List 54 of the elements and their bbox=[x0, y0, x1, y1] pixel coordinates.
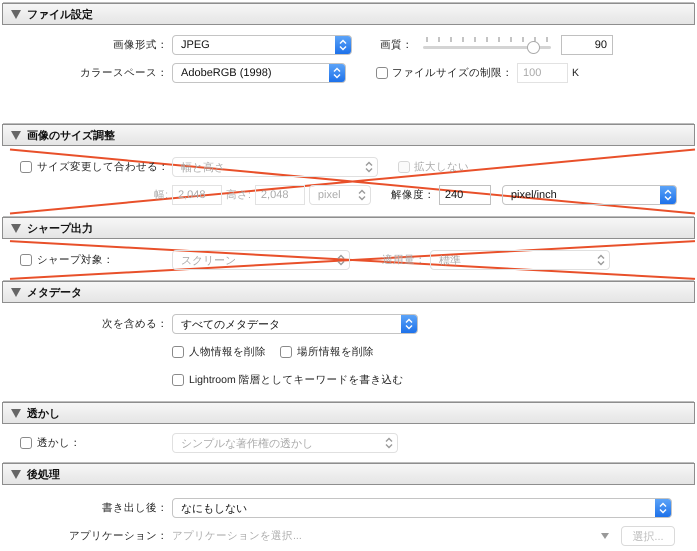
checkbox-label: 透かし： bbox=[37, 436, 81, 450]
resolution-unit-select[interactable]: pixel/inch bbox=[502, 185, 677, 205]
checkbox[interactable] bbox=[376, 67, 388, 79]
disclosure-triangle-icon[interactable] bbox=[11, 10, 21, 18]
slider-thumb[interactable] bbox=[527, 41, 540, 54]
field-label: カラースペース： bbox=[80, 66, 168, 80]
stepper-icon bbox=[329, 64, 345, 82]
section-header[interactable]: ファイル設定 bbox=[2, 3, 695, 25]
resolution-field[interactable]: 240 bbox=[438, 185, 491, 205]
section-header[interactable]: 透かし bbox=[2, 402, 695, 424]
field-label: 書き出し後： bbox=[102, 501, 168, 515]
disclosure-triangle-icon[interactable] bbox=[11, 130, 21, 140]
disclosure-triangle-icon[interactable] bbox=[11, 288, 21, 296]
section-header[interactable]: 後処理 bbox=[2, 463, 695, 485]
field-label: 解像度： bbox=[390, 188, 435, 202]
color-space-select[interactable]: AdobeRGB (1998) bbox=[172, 63, 346, 83]
dropdown-arrow-icon[interactable] bbox=[601, 533, 609, 539]
section-title: ファイル設定 bbox=[27, 8, 93, 22]
metadata-select[interactable]: すべてのメタデータ bbox=[172, 314, 418, 334]
checkbox[interactable] bbox=[280, 346, 292, 358]
section-title: 透かし bbox=[27, 406, 60, 420]
checkbox-label: Lightroom 階層としてキーワードを書き込む bbox=[189, 373, 404, 387]
section-title: 画像のサイズ調整 bbox=[27, 128, 115, 142]
format-select[interactable]: JPEG bbox=[172, 35, 352, 55]
checkbox-label: サイズ変更して合わせる： bbox=[37, 160, 169, 174]
disclosure-triangle-icon[interactable] bbox=[11, 224, 21, 232]
section-title: 後処理 bbox=[27, 468, 60, 482]
checkbox-label: ファイルサイズの制限： bbox=[392, 66, 513, 80]
stepper-icon bbox=[335, 36, 351, 54]
checkbox[interactable] bbox=[172, 374, 184, 386]
disclosure-triangle-icon[interactable] bbox=[11, 470, 21, 478]
field-label: 画質： bbox=[380, 38, 413, 52]
section-title: メタデータ bbox=[27, 286, 82, 300]
field-label: 画像形式： bbox=[113, 38, 168, 52]
section-header[interactable]: シャープ出力 bbox=[2, 217, 695, 239]
stepper-icon bbox=[655, 499, 671, 517]
checkbox-label: 拡大しない bbox=[414, 160, 469, 174]
after-export-select[interactable]: なにもしない bbox=[172, 498, 672, 518]
checkbox-label: 場所情報を削除 bbox=[297, 345, 374, 359]
field-label: 幅: bbox=[154, 188, 168, 202]
unit-label: K bbox=[572, 67, 580, 79]
stepper-icon bbox=[660, 186, 676, 204]
disclosure-triangle-icon[interactable] bbox=[11, 408, 21, 418]
checkbox-label: 人物情報を削除 bbox=[189, 345, 266, 359]
section-header[interactable]: メタデータ bbox=[2, 281, 695, 303]
section-title: シャープ出力 bbox=[27, 222, 93, 236]
field-label: アプリケーション： bbox=[69, 529, 168, 543]
checkbox-label: シャープ対象： bbox=[37, 253, 114, 267]
field-label: 次を含める： bbox=[102, 317, 168, 331]
quality-slider[interactable] bbox=[423, 37, 551, 53]
quality-field[interactable]: 90 bbox=[561, 35, 613, 55]
section-header[interactable]: 画像のサイズ調整 bbox=[2, 124, 695, 146]
checkbox[interactable] bbox=[172, 346, 184, 358]
stepper-icon bbox=[401, 315, 417, 333]
